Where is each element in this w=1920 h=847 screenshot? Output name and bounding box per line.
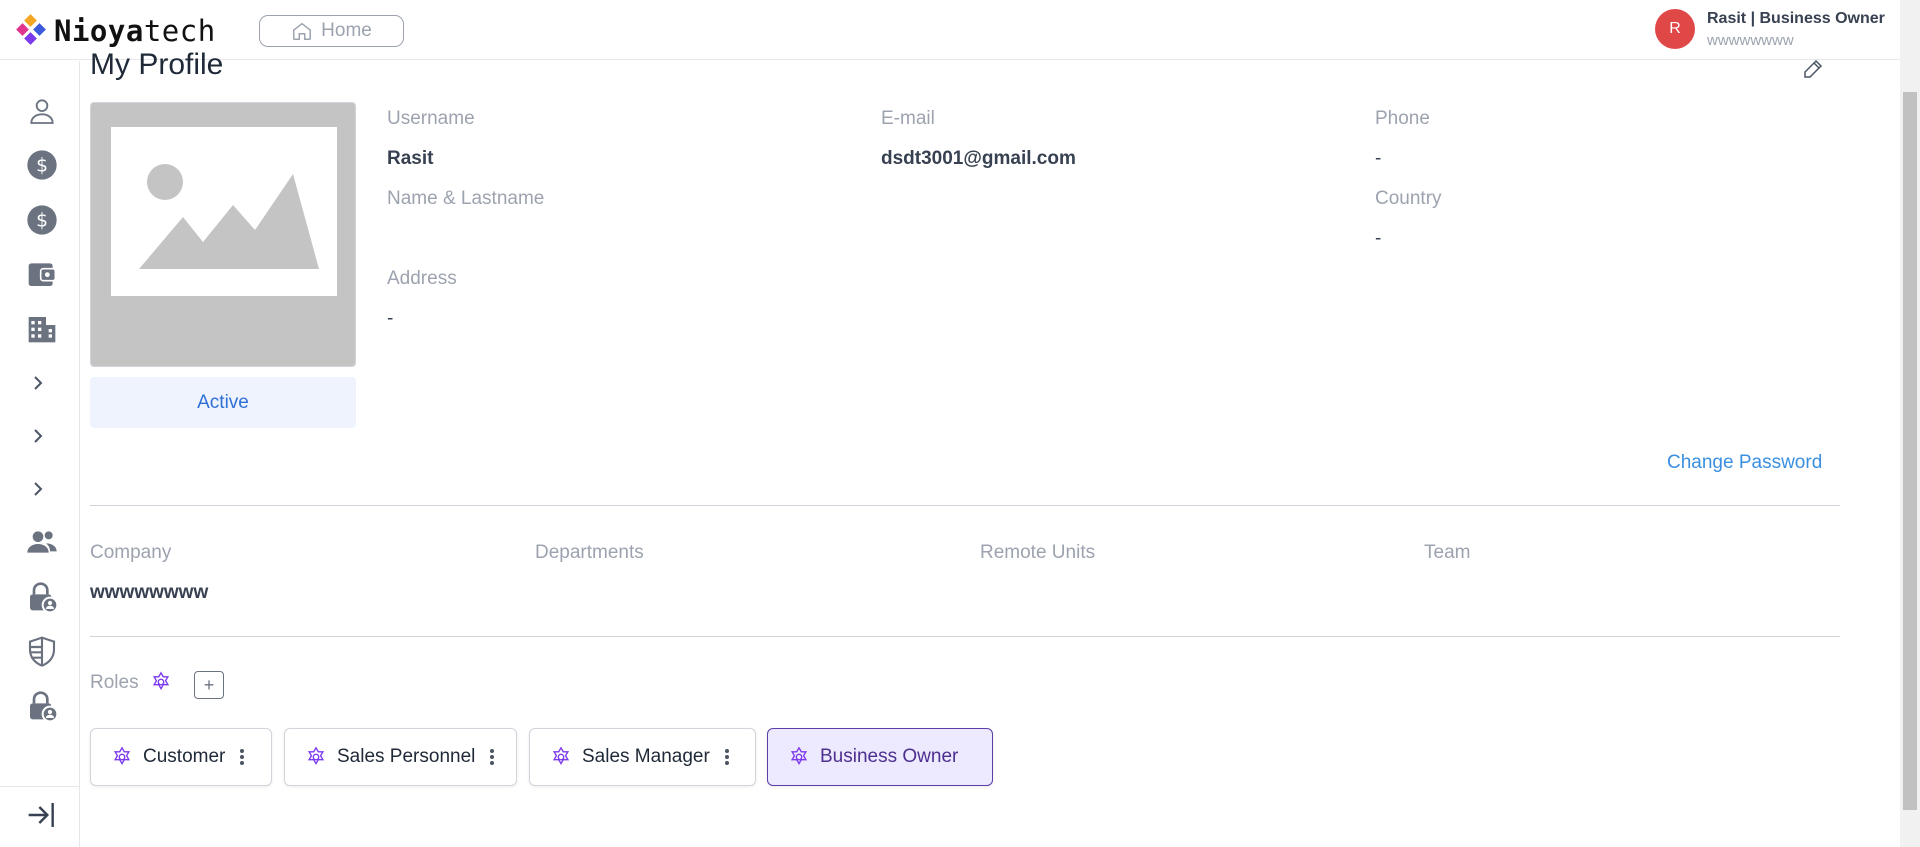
user-menu[interactable]: R Rasit | Business Owner wwwwwwww: [1655, 9, 1885, 49]
shield-icon[interactable]: [24, 633, 60, 669]
company-value: wwwwwwww: [90, 582, 209, 603]
chevron-right-icon[interactable]: [28, 479, 48, 499]
email-label: E-mail: [881, 108, 935, 129]
add-role-button[interactable]: +: [194, 671, 224, 699]
address-label: Address: [387, 268, 457, 289]
username-label: Username: [387, 108, 475, 129]
sidebar-divider: [0, 786, 80, 787]
change-password-link[interactable]: Change Password: [1667, 452, 1822, 474]
country-label: Country: [1375, 188, 1442, 209]
email-value: dsdt3001@gmail.com: [881, 148, 1076, 169]
user-info: Rasit | Business Owner wwwwwwww: [1707, 10, 1885, 49]
more-options-icon[interactable]: [489, 747, 495, 767]
team-label: Team: [1424, 542, 1471, 563]
role-name: Business Owner: [820, 746, 959, 767]
address-value: -: [387, 308, 394, 329]
home-icon: [293, 22, 312, 40]
profile-photo-placeholder[interactable]: [90, 102, 356, 367]
building-icon[interactable]: [24, 311, 60, 347]
edit-icon[interactable]: [1801, 57, 1825, 81]
country-value: -: [1375, 228, 1382, 249]
dollar-icon[interactable]: $: [24, 147, 60, 183]
logo-text: Nioyatech: [54, 14, 216, 48]
status-badge: Active: [90, 377, 356, 428]
role-settings-icon: [152, 671, 170, 690]
roles-label: Roles: [90, 672, 139, 693]
role-card-sales-manager[interactable]: Sales Manager: [529, 728, 756, 786]
role-icon: [790, 746, 808, 765]
image-placeholder-icon: [111, 127, 337, 296]
sidebar: $ $: [0, 61, 80, 847]
lock-user-icon[interactable]: [24, 688, 60, 724]
wallet-icon[interactable]: [24, 256, 60, 292]
role-card-business-owner[interactable]: Business Owner: [767, 728, 993, 786]
avatar[interactable]: R: [1655, 9, 1695, 49]
logout-icon[interactable]: [24, 797, 60, 833]
more-options-icon[interactable]: [239, 747, 245, 767]
scrollbar-thumb[interactable]: [1903, 92, 1917, 810]
chevron-right-icon[interactable]: [28, 426, 48, 446]
role-name: Sales Personnel: [337, 746, 476, 767]
user-company: wwwwwwww: [1707, 31, 1794, 49]
user-name: Rasit | Business Owner: [1707, 9, 1885, 27]
more-options-icon[interactable]: [724, 747, 730, 767]
company-label: Company: [90, 542, 172, 563]
phone-label: Phone: [1375, 108, 1430, 129]
top-bar: Nioyatech Home R Rasit | Business Owner …: [0, 0, 1900, 60]
logo[interactable]: Nioyatech: [16, 14, 216, 48]
role-name: Sales Manager: [582, 746, 710, 767]
divider: [90, 636, 1840, 637]
remote-units-label: Remote Units: [980, 542, 1096, 563]
divider: [90, 505, 1840, 506]
home-button[interactable]: Home: [259, 15, 404, 47]
role-icon: [552, 746, 570, 765]
page-title: My Profile: [90, 48, 224, 81]
lock-user-icon[interactable]: [24, 579, 60, 615]
role-icon: [113, 746, 131, 765]
logo-icon: [16, 14, 46, 45]
svg-text:$: $: [36, 211, 48, 232]
role-card-customer[interactable]: Customer: [90, 728, 272, 786]
role-icon: [307, 746, 325, 765]
scrollbar[interactable]: [1900, 0, 1920, 847]
svg-text:$: $: [36, 156, 48, 177]
dollar-icon[interactable]: $: [24, 202, 60, 238]
role-card-sales-personnel[interactable]: Sales Personnel: [284, 728, 517, 786]
role-name: Customer: [143, 746, 226, 767]
users-icon[interactable]: [24, 524, 60, 560]
chevron-right-icon[interactable]: [28, 373, 48, 393]
phone-value: -: [1375, 148, 1382, 169]
name-lastname-label: Name & Lastname: [387, 188, 545, 209]
user-icon[interactable]: [24, 93, 60, 129]
home-label: Home: [321, 20, 372, 41]
departments-label: Departments: [535, 542, 644, 563]
username-value: Rasit: [387, 148, 434, 169]
